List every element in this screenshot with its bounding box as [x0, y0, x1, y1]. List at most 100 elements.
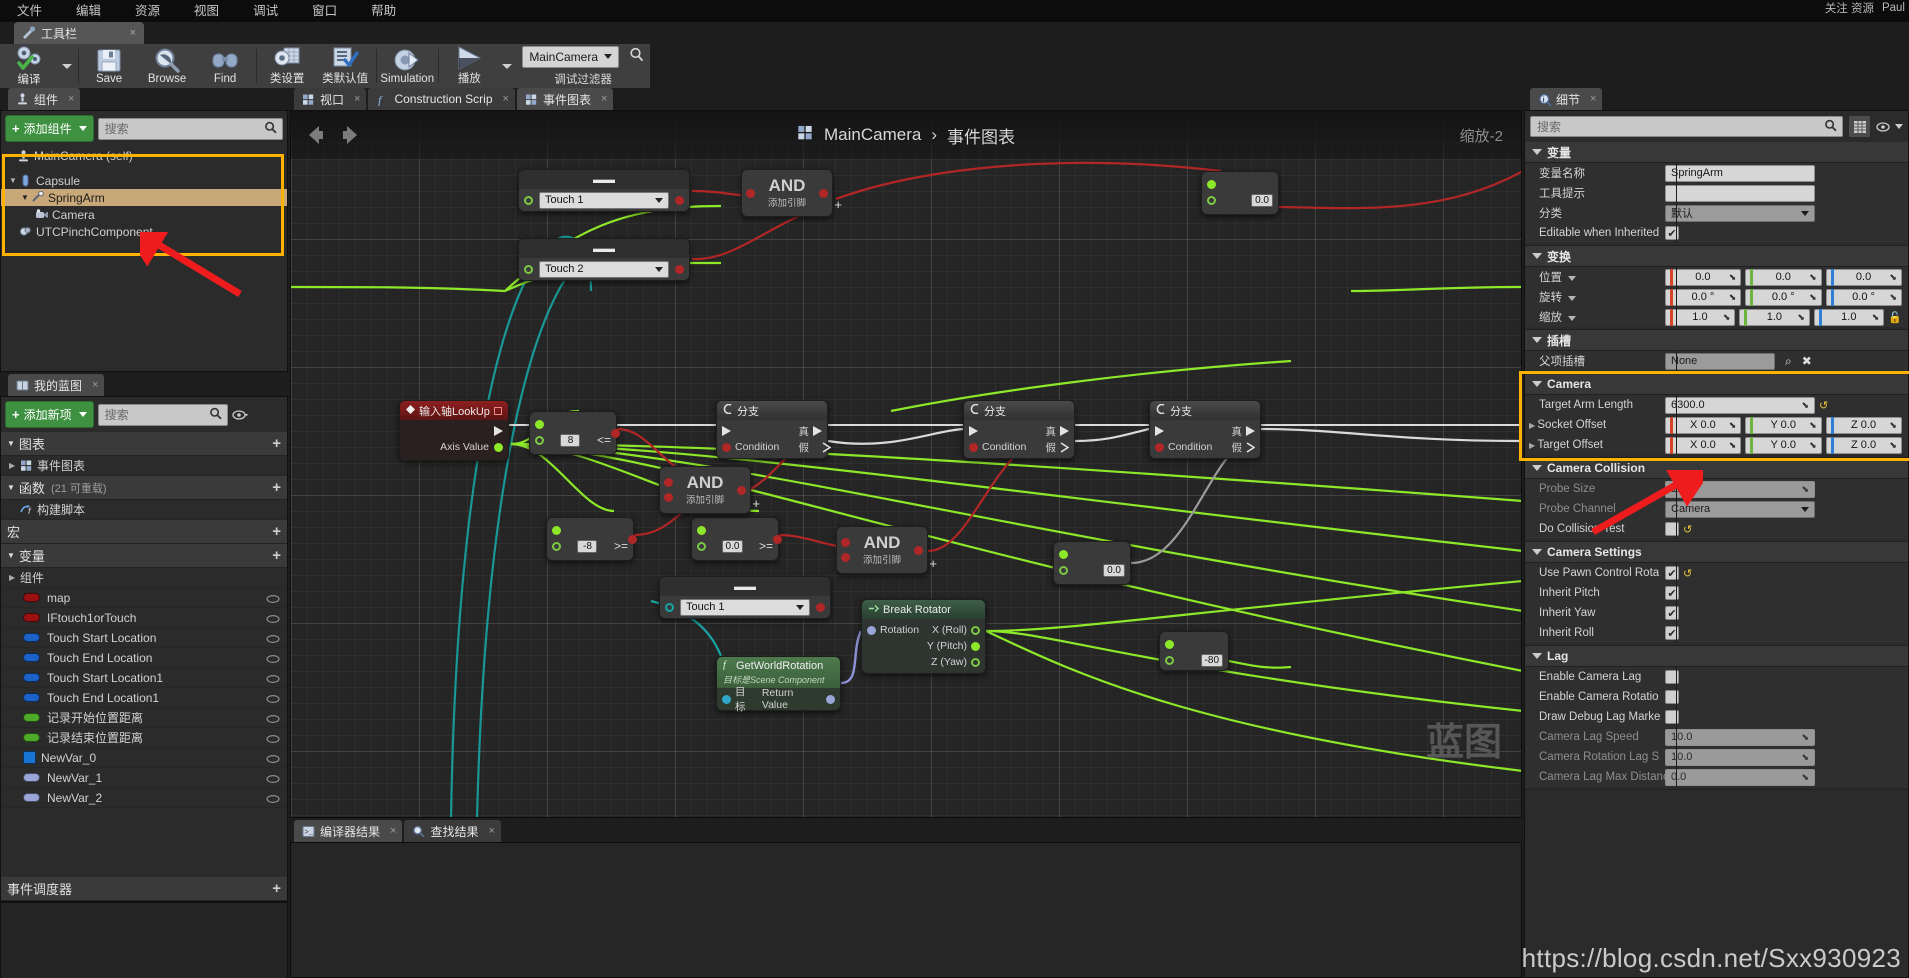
add-function-button[interactable]: + [272, 479, 281, 496]
vector-z-input[interactable]: Z 0.0 ⬊ [1825, 416, 1902, 434]
exec-input-pin[interactable] [1155, 426, 1164, 436]
blueprint-graph-canvas[interactable]: 蓝图 MainCamera › 事件图表 缩放-2 ▬▬ Touch 1 ▬▬ … [290, 110, 1522, 818]
value-field[interactable]: 0.0 [1251, 193, 1273, 207]
section-variables[interactable]: ▼ 变量 + [1, 544, 287, 568]
spinner-icon[interactable]: ⬊ [1801, 752, 1809, 763]
menu-item-window[interactable]: 窗口 [295, 0, 354, 22]
chevron-down-icon[interactable] [1568, 316, 1576, 321]
eye-icon[interactable] [266, 613, 280, 623]
add-new-button[interactable]: + 添加新项 [5, 401, 94, 428]
expand-arrow-icon[interactable]: ▶ [9, 573, 20, 582]
node-float-mid-right[interactable]: 0.0 [1053, 541, 1131, 585]
input-pin-a[interactable] [746, 188, 755, 198]
vector-y-input[interactable]: Y 0.0 ⬊ [1745, 416, 1822, 434]
menu-item-edit[interactable]: 编辑 [59, 0, 118, 22]
node-branch-1[interactable]: 分支 真 Condition 假 [716, 400, 831, 459]
text-input[interactable]: 0.0 ⬊ [1665, 768, 1815, 786]
node-float-neg80[interactable]: -80 [1159, 631, 1229, 671]
input-pin-a[interactable] [697, 525, 706, 535]
collapse-arrow-icon[interactable] [1532, 465, 1542, 471]
breadcrumb-root[interactable]: MainCamera [824, 125, 921, 145]
axis-value-pin[interactable] [494, 442, 503, 452]
node-input-axis-lookup[interactable]: 输入轴LookUp Axis Value [399, 400, 509, 461]
input-pin[interactable] [665, 602, 674, 612]
spinner-icon[interactable]: ⬊ [1809, 440, 1817, 451]
variable-row[interactable]: Touch Start Location1 [1, 668, 287, 688]
value-field[interactable]: 8 [560, 433, 581, 447]
chevron-down-icon[interactable] [1568, 296, 1576, 301]
eye-icon[interactable] [266, 753, 280, 763]
variable-row[interactable]: IFtouch1orTouch [1, 608, 287, 628]
node-and-mid[interactable]: AND 添加引脚 + [659, 466, 760, 514]
component-row-utcpinch[interactable]: UTCPinchComponent [1, 223, 287, 240]
collapse-arrow-icon[interactable] [1532, 149, 1542, 155]
expand-arrow-icon[interactable]: ▼ [21, 193, 31, 202]
plus-icon[interactable]: + [929, 556, 937, 571]
spinner-icon[interactable]: ⬊ [1797, 312, 1805, 323]
vector-y-input[interactable]: 0.0 ° ⬊ [1745, 288, 1822, 306]
node-touch1-bottom[interactable]: ▬▬ Touch 1 [659, 576, 831, 619]
text-input[interactable]: 12.0 ⬊ [1665, 480, 1815, 498]
add-macro-button[interactable]: + [272, 523, 281, 540]
output-pin[interactable] [628, 535, 637, 544]
simulation-button[interactable]: Simulation [378, 44, 436, 88]
close-icon[interactable]: × [354, 93, 360, 105]
section-header[interactable]: 变量 [1525, 142, 1908, 163]
expand-arrow-icon[interactable]: ▶ [9, 461, 20, 470]
component-root-row[interactable]: MainCamera (self) [1, 146, 287, 166]
vector-z-input[interactable]: 0.0 ⬊ [1825, 268, 1902, 286]
return-value-pin[interactable] [826, 694, 835, 704]
spinner-icon[interactable]: ⬊ [1729, 420, 1737, 431]
debug-filter-combo[interactable]: MainCamera [522, 45, 620, 68]
target-pin[interactable] [722, 694, 731, 704]
input-pin[interactable] [1059, 565, 1068, 575]
exec-output-pin[interactable] [494, 426, 503, 436]
input-pin-a[interactable] [841, 538, 850, 547]
menu-item-view[interactable]: 视图 [177, 0, 236, 22]
compile-button[interactable]: 编译 [0, 44, 58, 88]
close-icon[interactable]: × [92, 379, 98, 391]
value-field[interactable]: -80 [1200, 653, 1223, 667]
follow-assets-label[interactable]: 关注 资源 [1825, 0, 1874, 16]
spinner-icon[interactable]: ⬊ [1809, 272, 1817, 283]
input-pin-b[interactable] [697, 541, 706, 551]
output-pin[interactable] [1207, 179, 1216, 189]
collapse-arrow-icon[interactable] [1532, 337, 1542, 343]
graph-item-eventgraph[interactable]: ▶ 事件图表 [1, 456, 287, 476]
spinner-icon[interactable]: ⬊ [1809, 420, 1817, 431]
text-input[interactable]: SpringArm [1665, 164, 1815, 182]
value-field[interactable]: -8 [577, 539, 598, 553]
close-icon[interactable]: × [503, 93, 509, 105]
output-pin[interactable] [1059, 549, 1068, 559]
menu-item-help[interactable]: 帮助 [354, 0, 413, 22]
search-icon[interactable] [264, 121, 277, 137]
menu-item-file[interactable]: 文件 [0, 0, 59, 22]
section-header[interactable]: Camera [1525, 374, 1908, 395]
input-pin[interactable] [524, 264, 533, 274]
input-pin-b[interactable] [664, 493, 673, 502]
vector-z-input[interactable]: 1.0 ⬊ [1813, 308, 1885, 326]
details-tab[interactable]: i 细节 × [1530, 88, 1603, 110]
component-row-capsule[interactable]: ▼ Capsule [1, 172, 287, 189]
touch-index-combo[interactable]: Touch 1 [539, 191, 669, 209]
variable-row[interactable]: map [1, 588, 287, 608]
close-icon[interactable]: × [488, 825, 494, 837]
input-pin-b[interactable] [841, 553, 850, 562]
section-header[interactable]: Lag [1525, 646, 1908, 667]
revert-icon[interactable]: ↺ [1819, 399, 1828, 412]
section-functions[interactable]: ▼ 函数 (21 可重载) + [1, 476, 287, 500]
search-icon[interactable] [209, 407, 222, 423]
collapse-arrow-icon[interactable] [1532, 381, 1542, 387]
arrow-right-icon[interactable] [337, 122, 363, 148]
close-icon[interactable]: × [1590, 93, 1596, 105]
user-name-label[interactable]: Paul [1882, 2, 1905, 14]
variable-row[interactable]: Touch Start Location [1, 628, 287, 648]
output-pin[interactable] [611, 429, 620, 438]
spinner-icon[interactable]: ⬊ [1729, 272, 1737, 283]
spinner-icon[interactable]: ⬊ [1801, 732, 1809, 743]
myblueprint-search-input[interactable]: 搜索 [97, 403, 228, 426]
section-header[interactable]: Camera Settings [1525, 542, 1908, 563]
spinner-icon[interactable]: ⬊ [1889, 420, 1897, 431]
clear-icon[interactable]: ✖ [1802, 354, 1812, 368]
components-search-input[interactable]: 搜索 [97, 117, 283, 140]
